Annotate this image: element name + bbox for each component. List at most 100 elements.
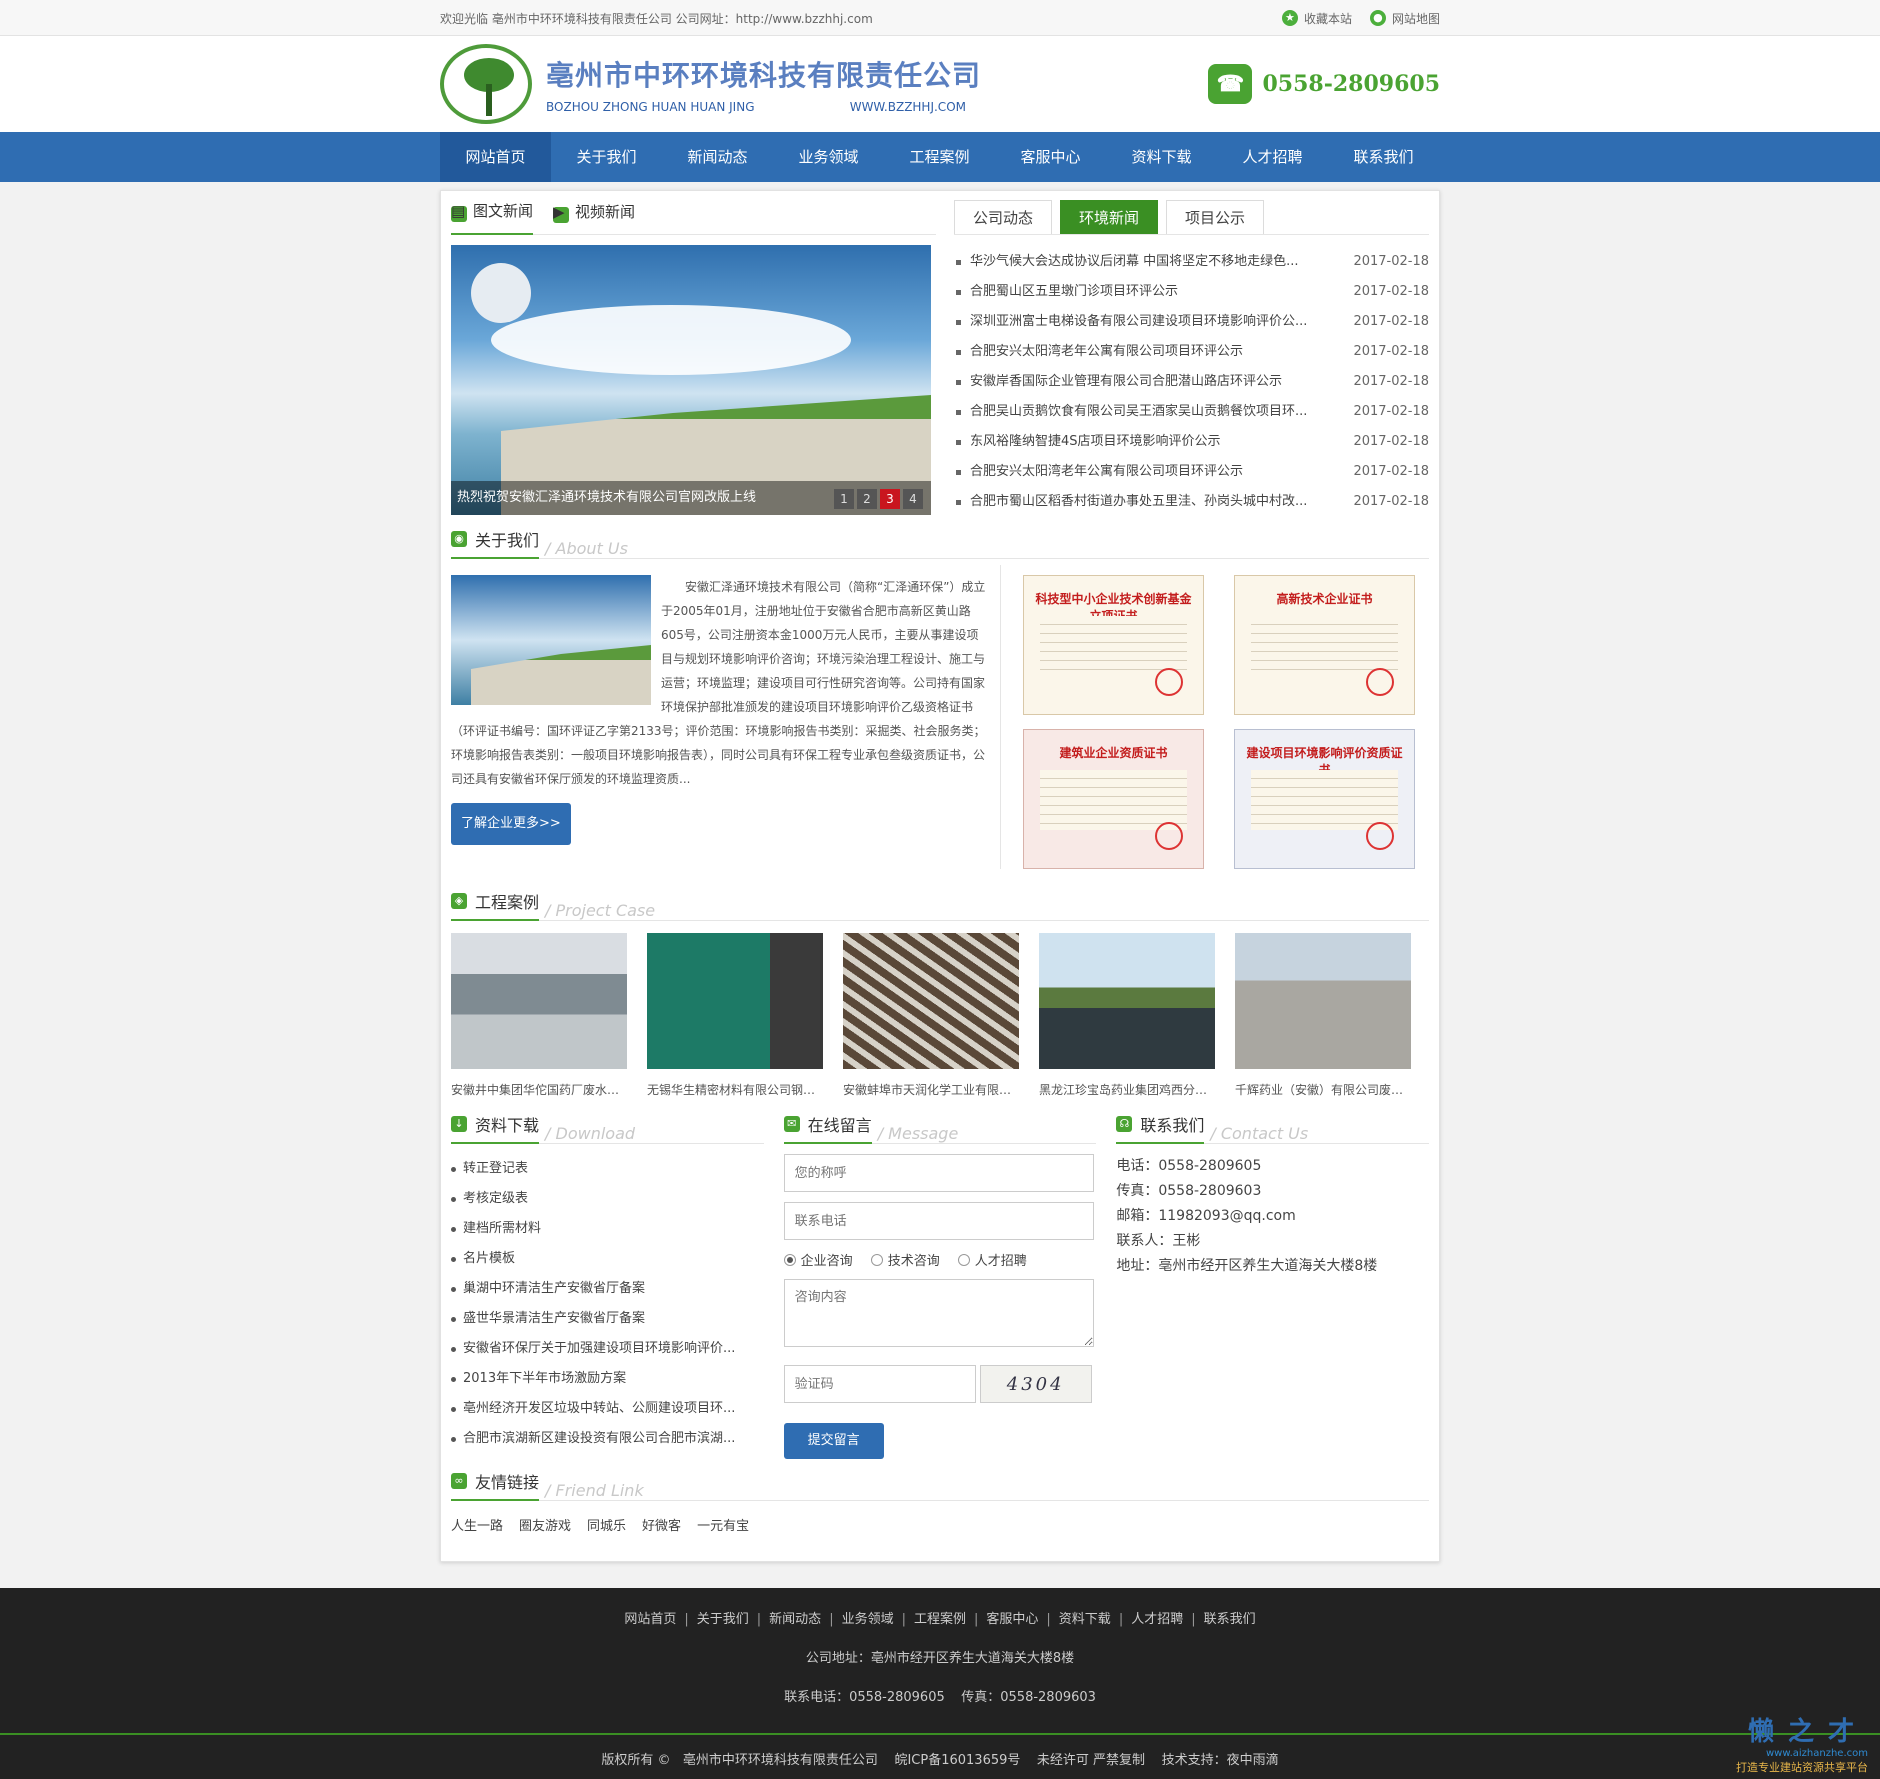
radio-enterprise[interactable]: 企业咨询 — [783, 1250, 853, 1269]
nav-business[interactable]: 业务领域 — [773, 132, 884, 182]
news-title[interactable]: 合肥安兴太阳湾老年公寓有限公司项目环评公示 — [954, 457, 1344, 487]
slide-dot[interactable]: 2 — [857, 489, 877, 509]
brand[interactable]: 亳州市中环环境科技有限责任公司 BOZHOU ZHONG HUAN HUAN J… — [440, 44, 981, 124]
news-title[interactable]: 合肥市蜀山区稻香村街道办事处五里洼、孙岗头城中村改... — [954, 487, 1344, 517]
friend-links-heading: ∞ 友情链接 / Friend Link — [451, 1467, 1429, 1501]
friend-link[interactable]: 一元有宝 — [697, 1515, 749, 1534]
tab-env-news[interactable]: 环境新闻 — [1059, 200, 1158, 234]
certificate-image[interactable]: 建筑业企业资质证书 — [1023, 729, 1204, 869]
friend-link[interactable]: 圈友游戏 — [519, 1515, 571, 1534]
news-item[interactable]: 华沙气候大会达成协议后闭幕 中国将坚定不移地走绿色... 2017-02-18 — [954, 247, 1429, 277]
download-item[interactable]: 名片模板 — [451, 1244, 764, 1274]
news-item[interactable]: 合肥吴山贡鹅饮食有限公司吴王酒家吴山贡鹅餐饮项目环... 2017-02-18 — [954, 397, 1429, 427]
case-item[interactable]: 无锡华生精密材料有限公司钢带... — [647, 933, 823, 1098]
news-title[interactable]: 东风裕隆纳智捷4S店项目环境影响评价公示 — [954, 427, 1344, 457]
footer-nav-link[interactable]: 客服中心 — [978, 1612, 1046, 1627]
case-item[interactable]: 千辉药业（安徽）有限公司废水... — [1235, 933, 1411, 1098]
news-title[interactable]: 深圳亚洲富士电梯设备有限公司建设项目环境影响评价公... — [954, 307, 1344, 337]
favorite-link[interactable]: ★ 收藏本站 — [1281, 10, 1352, 27]
news-slideshow[interactable]: 热烈祝贺安徽汇泽通环境技术有限公司官网改版上线 1 2 3 4 — [451, 245, 931, 515]
footer-nav-link[interactable]: 工程案例 — [906, 1612, 974, 1627]
contact-phone: 电话：0558-2809605 — [1116, 1158, 1262, 1174]
news-item[interactable]: 合肥市蜀山区稻香村街道办事处五里洼、孙岗头城中村改... 2017-02-18 — [954, 487, 1429, 517]
content-textarea[interactable] — [783, 1279, 1094, 1347]
news-title[interactable]: 合肥安兴太阳湾老年公寓有限公司项目环评公示 — [954, 337, 1344, 367]
friend-link[interactable]: 同城乐 — [587, 1515, 626, 1534]
radio-technical[interactable]: 技术咨询 — [870, 1250, 940, 1269]
news-title[interactable]: 安徽岸香国际企业管理有限公司合肥潜山路店环评公示 — [954, 367, 1344, 397]
download-item[interactable]: 转正登记表 — [451, 1154, 764, 1184]
download-item[interactable]: 安徽省环保厅关于加强建设项目环境影响评价... — [451, 1334, 764, 1364]
case-item[interactable]: 黑龙江珍宝岛药业集团鸡西分公... — [1039, 933, 1215, 1098]
news-date: 2017-02-18 — [1353, 314, 1429, 329]
slide-dot[interactable]: 4 — [903, 489, 923, 509]
certificate-image[interactable]: 高新技术企业证书 — [1234, 575, 1415, 715]
footer-nav-link[interactable]: 联系我们 — [1196, 1612, 1264, 1627]
news-item[interactable]: 东风裕隆纳智捷4S店项目环境影响评价公示 2017-02-18 — [954, 427, 1429, 457]
news-title[interactable]: 华沙气候大会达成协议后闭幕 中国将坚定不移地走绿色... — [954, 247, 1344, 277]
welcome-text: 欢迎光临 亳州市中环环境科技有限责任公司 公司网址：http://www.bzz… — [440, 11, 873, 26]
phone-input[interactable] — [783, 1202, 1094, 1240]
tab-project-notice[interactable]: 项目公示 — [1165, 200, 1264, 234]
download-item[interactable]: 合肥市滨湖新区建设投资有限公司合肥市滨湖... — [451, 1424, 764, 1454]
footer-nav: 网站首页 | 关于我们 | 新闻动态 | 业务领域 | 工程案例 | 客服中心 | 资料下载 | 人才招聘 |… — [0, 1608, 1880, 1627]
slide-dot-active[interactable]: 3 — [880, 489, 900, 509]
download-item[interactable]: 巢湖中环清洁生产安徽省厅备案 — [451, 1274, 764, 1304]
footer-nav-link[interactable]: 网站首页 — [616, 1612, 684, 1627]
news-title[interactable]: 合肥吴山贡鹅饮食有限公司吴王酒家吴山贡鹅餐饮项目环... — [954, 397, 1344, 427]
separator: | — [1191, 1612, 1196, 1627]
friend-link[interactable]: 人生一路 — [451, 1515, 503, 1534]
news-date: 2017-02-18 — [1353, 344, 1429, 359]
tab-video-news[interactable]: ▶ 视频新闻 — [553, 201, 635, 234]
news-date: 2017-02-18 — [1353, 374, 1429, 389]
slide-dot[interactable]: 1 — [834, 489, 854, 509]
tab-company-news[interactable]: 公司动态 — [953, 200, 1052, 234]
nav-jobs[interactable]: 人才招聘 — [1217, 132, 1328, 182]
case-item[interactable]: 安徽井中集团华佗国药厂废水处... — [451, 933, 627, 1098]
news-item[interactable]: 安徽岸香国际企业管理有限公司合肥潜山路店环评公示 2017-02-18 — [954, 367, 1429, 397]
separator: | — [829, 1612, 834, 1627]
contact-section: ☊ 联系我们 / Contact Us 电话：0558-2809605 传真：05… — [1116, 1110, 1430, 1459]
company-name: 亳州市中环环境科技有限责任公司 — [546, 59, 982, 92]
radio-recruit[interactable]: 人才招聘 — [957, 1250, 1027, 1269]
download-item[interactable]: 盛世华景清洁生产安徽省厅备案 — [451, 1304, 764, 1334]
friend-link[interactable]: 好微客 — [642, 1515, 681, 1534]
company-website: WWW.BZZHHJ.COM — [849, 100, 966, 114]
nav-contact[interactable]: 联系我们 — [1328, 132, 1439, 182]
news-item[interactable]: 深圳亚洲富士电梯设备有限公司建设项目环境影响评价公... 2017-02-18 — [954, 307, 1429, 337]
nav-about[interactable]: 关于我们 — [551, 132, 662, 182]
message-section: ✉在线留言 / Message 企业咨询 技术咨询 人才招聘 4304 提交留言 — [783, 1110, 1097, 1459]
learn-more-button[interactable]: 了解企业更多>> — [451, 803, 571, 845]
download-item[interactable]: 2013年下半年市场激励方案 — [451, 1364, 764, 1394]
footer-nav-link[interactable]: 业务领域 — [834, 1612, 902, 1627]
photo-news: ▤ 图文新闻 ▶ 视频新闻 热烈祝贺安徽汇泽通环境技术有限公司官网改版上线 1 2 … — [451, 201, 936, 517]
case-item[interactable]: 安徽蚌埠市天润化学工业有限公... — [843, 933, 1019, 1098]
certificate-image[interactable]: 科技型中小企业技术创新基金 立项证书 — [1023, 575, 1204, 715]
certificate-image[interactable]: 建设项目环境影响评价资质证书 — [1234, 729, 1415, 869]
captcha-input[interactable] — [783, 1365, 976, 1403]
news-date: 2017-02-18 — [1353, 284, 1429, 299]
news-item[interactable]: 合肥安兴太阳湾老年公寓有限公司项目环评公示 2017-02-18 — [954, 337, 1429, 367]
captcha-image[interactable]: 4304 — [979, 1365, 1092, 1403]
download-item[interactable]: 考核定级表 — [451, 1184, 764, 1214]
news-date: 2017-02-18 — [1353, 404, 1429, 419]
nav-home[interactable]: 网站首页 — [440, 132, 551, 182]
footer-nav-link[interactable]: 人才招聘 — [1123, 1612, 1191, 1627]
download-icon: ↓ — [451, 1116, 467, 1132]
footer-nav-link[interactable]: 资料下载 — [1051, 1612, 1119, 1627]
sitemap-link[interactable]: ● 网站地图 — [1369, 10, 1440, 27]
nav-service[interactable]: 客服中心 — [995, 132, 1106, 182]
news-title[interactable]: 合肥蜀山区五里墩门诊项目环评公示 — [954, 277, 1344, 307]
footer-nav-link[interactable]: 新闻动态 — [761, 1612, 829, 1627]
download-item[interactable]: 建档所需材料 — [451, 1214, 764, 1244]
download-item[interactable]: 亳州经济开发区垃圾中转站、公厕建设项目环... — [451, 1394, 764, 1424]
name-input[interactable] — [783, 1154, 1094, 1192]
nav-cases[interactable]: 工程案例 — [884, 132, 995, 182]
submit-message-button[interactable]: 提交留言 — [783, 1423, 884, 1459]
news-item[interactable]: 合肥安兴太阳湾老年公寓有限公司项目环评公示 2017-02-18 — [954, 457, 1429, 487]
footer-nav-link[interactable]: 关于我们 — [689, 1612, 757, 1627]
tab-photo-news[interactable]: ▤ 图文新闻 — [451, 200, 534, 235]
nav-download[interactable]: 资料下载 — [1106, 132, 1217, 182]
nav-news[interactable]: 新闻动态 — [662, 132, 773, 182]
news-item[interactable]: 合肥蜀山区五里墩门诊项目环评公示 2017-02-18 — [954, 277, 1429, 307]
